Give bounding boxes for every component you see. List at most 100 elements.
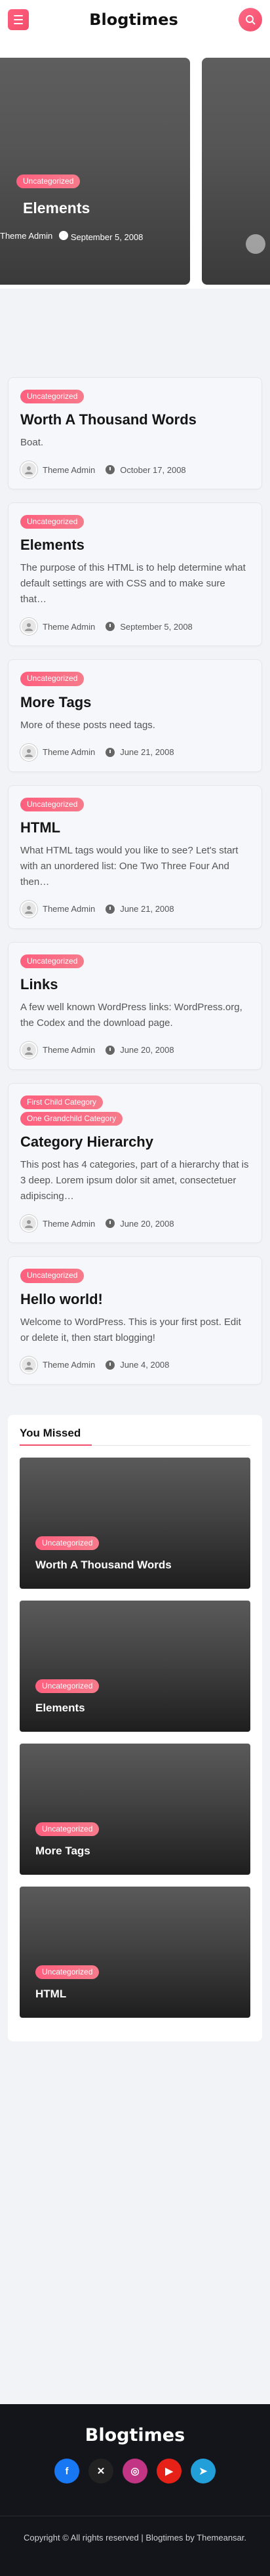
post-title[interactable]: HTML bbox=[20, 819, 250, 836]
author-name[interactable]: Theme Admin bbox=[43, 904, 95, 914]
avatar[interactable] bbox=[20, 1356, 37, 1374]
user-icon bbox=[25, 466, 33, 475]
facebook-icon[interactable]: f bbox=[54, 2459, 79, 2484]
clock-icon bbox=[59, 231, 69, 240]
post-title[interactable]: Category Hierarchy bbox=[20, 1134, 250, 1151]
missed-post-title[interactable]: Elements bbox=[35, 1702, 85, 1715]
instagram-icon[interactable]: ◎ bbox=[123, 2459, 147, 2484]
post-meta: Theme Admin June 20, 2008 bbox=[20, 1041, 250, 1059]
post-date[interactable]: September 5, 2008 bbox=[71, 232, 144, 242]
footer-logo[interactable]: Blogtimes bbox=[0, 2425, 270, 2445]
post-meta: Theme Admin June 21, 2008 bbox=[20, 743, 250, 761]
post-excerpt: More of these posts need tags. bbox=[20, 719, 155, 731]
site-footer: Blogtimes f ✕ ◎ ▶ ➤ Copyright © All rights r… bbox=[0, 2404, 270, 2576]
missed-post-title[interactable]: More Tags bbox=[35, 1845, 90, 1858]
avatar[interactable] bbox=[20, 900, 37, 918]
category-badge[interactable]: Uncategorized bbox=[35, 1679, 100, 1693]
clock-icon bbox=[106, 622, 115, 632]
footer-copyright: Copyright © All rights reserved | Blogti… bbox=[0, 2516, 270, 2546]
category-badge[interactable]: Uncategorized bbox=[20, 1269, 85, 1283]
author-name[interactable]: Theme Admin bbox=[43, 622, 95, 632]
you-missed-heading: You Missed bbox=[20, 1427, 250, 1446]
category-badge[interactable]: Uncategorized bbox=[35, 1822, 100, 1836]
hero-slide-title[interactable]: Elements bbox=[23, 199, 90, 217]
post-card: Uncategorized Hello world! Welcome to Wor… bbox=[8, 1256, 262, 1385]
post-excerpt: Boat. bbox=[20, 437, 44, 449]
category-badge[interactable]: Uncategorized bbox=[20, 672, 85, 686]
you-missed-list: Uncategorized Worth A Thousand Words Unca… bbox=[20, 1457, 250, 2018]
post-date[interactable]: June 21, 2008 bbox=[120, 904, 174, 914]
author-name[interactable]: Theme Admin bbox=[0, 231, 52, 242]
post-card: First Child Category One Grandchild Categ… bbox=[8, 1082, 262, 1244]
post-date-wrap: September 5, 2008 bbox=[59, 231, 143, 242]
youtube-icon[interactable]: ▶ bbox=[157, 2459, 182, 2484]
post-card: Uncategorized Worth A Thousand Words Boat… bbox=[8, 377, 262, 490]
clock-icon bbox=[106, 904, 115, 914]
post-title[interactable]: Worth A Thousand Words bbox=[20, 411, 250, 428]
category-badge[interactable]: Uncategorized bbox=[20, 515, 85, 529]
menu-icon-bar bbox=[14, 23, 23, 24]
user-icon bbox=[25, 748, 33, 757]
category-badge[interactable]: Uncategorized bbox=[20, 797, 85, 811]
user-icon bbox=[25, 1361, 33, 1370]
clock-icon bbox=[106, 1360, 115, 1370]
post-meta: Theme Admin September 5, 2008 bbox=[20, 618, 250, 636]
avatar[interactable] bbox=[20, 461, 37, 479]
category-badge[interactable]: One Grandchild Category bbox=[20, 1112, 123, 1126]
post-excerpt: Welcome to WordPress. This is your first… bbox=[20, 1316, 241, 1343]
category-badge[interactable]: Uncategorized bbox=[20, 390, 85, 404]
category-badge[interactable]: Uncategorized bbox=[35, 1965, 100, 1979]
category-badge[interactable]: Uncategorized bbox=[35, 1536, 100, 1550]
post-title[interactable]: Elements bbox=[20, 537, 250, 554]
avatar[interactable] bbox=[20, 618, 37, 636]
post-date[interactable]: June 4, 2008 bbox=[120, 1360, 169, 1370]
hero-slide[interactable]: Uncategorized Elements Theme Admin Septe… bbox=[0, 58, 190, 285]
category-badge[interactable]: Uncategorized bbox=[20, 954, 85, 968]
post-meta: Theme Admin October 17, 2008 bbox=[20, 461, 250, 479]
avatar[interactable] bbox=[20, 743, 37, 761]
post-meta: Theme Admin June 4, 2008 bbox=[20, 1356, 250, 1374]
post-date[interactable]: June 20, 2008 bbox=[120, 1045, 174, 1055]
post-date[interactable]: June 20, 2008 bbox=[120, 1219, 174, 1229]
missed-post-title[interactable]: Worth A Thousand Words bbox=[35, 1559, 172, 1572]
missed-post-card[interactable]: Uncategorized More Tags bbox=[20, 1743, 250, 1875]
post-title[interactable]: Links bbox=[20, 976, 250, 993]
user-icon bbox=[25, 905, 33, 914]
author-name[interactable]: Theme Admin bbox=[43, 1360, 95, 1370]
menu-icon-bar bbox=[14, 15, 23, 16]
post-title[interactable]: More Tags bbox=[20, 694, 250, 711]
avatar[interactable] bbox=[20, 1215, 37, 1233]
category-badges: Uncategorized bbox=[20, 515, 250, 529]
menu-toggle-button[interactable] bbox=[8, 9, 29, 30]
site-logo[interactable]: Blogtimes bbox=[89, 10, 178, 29]
clock-icon bbox=[106, 1045, 115, 1055]
post-card: Uncategorized Links A few well known Word… bbox=[8, 941, 262, 1070]
missed-post-card[interactable]: Uncategorized HTML bbox=[20, 1886, 250, 2018]
missed-post-title[interactable]: HTML bbox=[35, 1988, 66, 2001]
x-icon[interactable]: ✕ bbox=[88, 2459, 113, 2484]
slider-next-arrow[interactable] bbox=[246, 234, 265, 254]
category-badge[interactable]: First Child Category bbox=[20, 1095, 104, 1110]
author-name[interactable]: Theme Admin bbox=[43, 747, 95, 757]
telegram-icon[interactable]: ➤ bbox=[191, 2459, 216, 2484]
post-date[interactable]: October 17, 2008 bbox=[120, 465, 185, 475]
category-badges: Uncategorized bbox=[20, 390, 250, 404]
post-excerpt: What HTML tags would you like to see? Le… bbox=[20, 844, 239, 888]
search-button[interactable] bbox=[239, 8, 262, 31]
hero-slide-meta: Theme Admin September 5, 2008 bbox=[0, 231, 143, 242]
missed-post-card[interactable]: Uncategorized Elements bbox=[20, 1600, 250, 1732]
author-name[interactable]: Theme Admin bbox=[43, 1219, 95, 1229]
post-date[interactable]: June 21, 2008 bbox=[120, 747, 174, 757]
author-name[interactable]: Theme Admin bbox=[43, 1045, 95, 1055]
post-date[interactable]: September 5, 2008 bbox=[120, 622, 193, 632]
avatar[interactable] bbox=[20, 1041, 37, 1059]
user-icon bbox=[25, 1046, 33, 1055]
author-name[interactable]: Theme Admin bbox=[43, 465, 95, 475]
post-title[interactable]: Hello world! bbox=[20, 1291, 250, 1308]
clock-icon bbox=[106, 465, 115, 475]
menu-icon-bar bbox=[14, 19, 23, 20]
category-badge[interactable]: Uncategorized bbox=[16, 174, 81, 189]
category-badges: First Child Category One Grandchild Categ… bbox=[20, 1095, 250, 1126]
user-icon bbox=[25, 623, 33, 632]
missed-post-card[interactable]: Uncategorized Worth A Thousand Words bbox=[20, 1457, 250, 1589]
